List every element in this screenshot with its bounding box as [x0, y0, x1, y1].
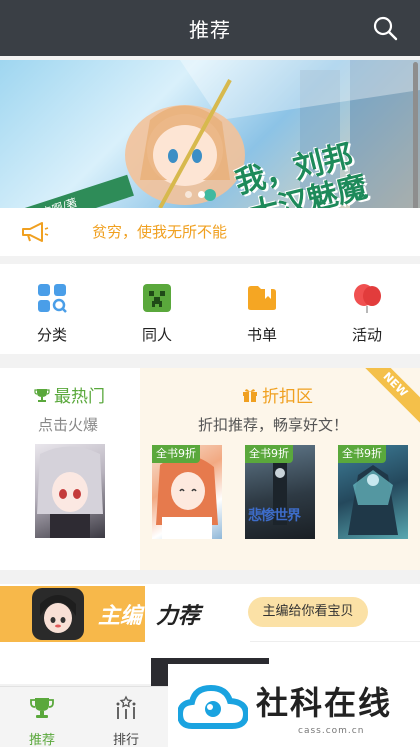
- hot-title: 最热门: [34, 382, 105, 407]
- hot-subtitle: 点击火爆: [38, 416, 99, 434]
- discount-book[interactable]: 全书9折: [152, 445, 222, 539]
- nav-item-category[interactable]: 分类: [12, 282, 92, 345]
- editor-title-part2: 力荐: [156, 604, 201, 629]
- tab-recommend[interactable]: 推荐: [12, 695, 72, 747]
- discount-tag: 全书9折: [152, 445, 200, 463]
- watermark: 社科在线 cass.com.cn: [168, 664, 420, 747]
- hot-title-text: 最热门: [54, 387, 105, 407]
- nav-label: 书单: [246, 326, 277, 344]
- discount-tag: 全书9折: [338, 445, 386, 463]
- promo-section: 最热门 点击火爆 NEW 折扣区 折扣推荐，畅享好文！ 全书9折 全书9折 悲惨…: [0, 368, 420, 570]
- editor-avatar-art: [40, 595, 76, 633]
- editor-avatar: [32, 588, 84, 640]
- carousel-indicator: [185, 191, 205, 198]
- ranking-icon: [116, 695, 136, 719]
- category-nav: 分类 同人 书单 活动: [0, 264, 420, 354]
- editor-bar[interactable]: 主编 力荐 主编给你看宝贝: [0, 584, 420, 642]
- tab-label: 推荐: [28, 733, 55, 747]
- nav-item-activity[interactable]: 活动: [327, 282, 407, 345]
- hot-panel[interactable]: 最热门 点击火爆: [0, 368, 140, 570]
- notice-bar[interactable]: 贫穷，使我无所不能: [0, 208, 420, 256]
- top-bar: 推荐: [0, 0, 420, 56]
- nav-label: 同人: [141, 326, 172, 344]
- hero-banner[interactable]: 超想吃肉啊/著 我，刘邦 大汉魅魔: [0, 60, 420, 208]
- nav-label: 活动: [351, 326, 382, 344]
- trophy-icon: [34, 388, 50, 402]
- editor-pill-button[interactable]: 主编给你看宝贝: [248, 597, 368, 627]
- hot-cover-art: [37, 446, 103, 538]
- tab-ranking[interactable]: 排行: [96, 695, 156, 747]
- megaphone-icon: [22, 222, 49, 242]
- book-cover-title: 悲惨世界: [248, 508, 301, 524]
- discount-subtitle: 折扣推荐，畅享好文！: [198, 416, 349, 434]
- grid-search-icon: [38, 284, 67, 313]
- hot-book-cover[interactable]: [35, 444, 105, 538]
- nav-item-fanfic[interactable]: 同人: [117, 282, 197, 345]
- discount-title-text: 折扣区: [262, 387, 313, 407]
- search-icon[interactable]: [372, 15, 398, 41]
- cloud-logo-icon: [178, 684, 248, 729]
- new-badge: NEW: [349, 368, 420, 431]
- discount-tag: 全书9折: [245, 445, 293, 463]
- balloon-icon: [354, 284, 381, 313]
- creeper-icon: [143, 284, 171, 312]
- carousel-dot[interactable]: [185, 191, 192, 198]
- page-title: 推荐: [189, 17, 231, 42]
- watermark-text: 社科在线: [256, 684, 393, 722]
- discount-book[interactable]: 全书9折 悲惨世界: [245, 445, 315, 539]
- nav-item-booklist[interactable]: 书单: [222, 282, 302, 345]
- discount-title: 折扣区: [242, 382, 313, 407]
- editor-title-part1: 主编: [98, 604, 143, 629]
- gift-icon: [243, 388, 257, 402]
- discount-panel[interactable]: NEW 折扣区 折扣推荐，畅享好文！ 全书9折 全书9折 悲惨世界 全书9折: [140, 368, 420, 570]
- nav-label: 分类: [36, 326, 67, 344]
- notice-text: 贫穷，使我无所不能: [92, 223, 228, 241]
- trophy-icon: [30, 698, 54, 718]
- tab-label: 排行: [112, 733, 139, 747]
- carousel-dot-active[interactable]: [198, 191, 205, 198]
- discount-book[interactable]: 全书9折: [338, 445, 408, 539]
- booklist-icon: [248, 286, 276, 310]
- watermark-url: cass.com.cn: [298, 726, 365, 736]
